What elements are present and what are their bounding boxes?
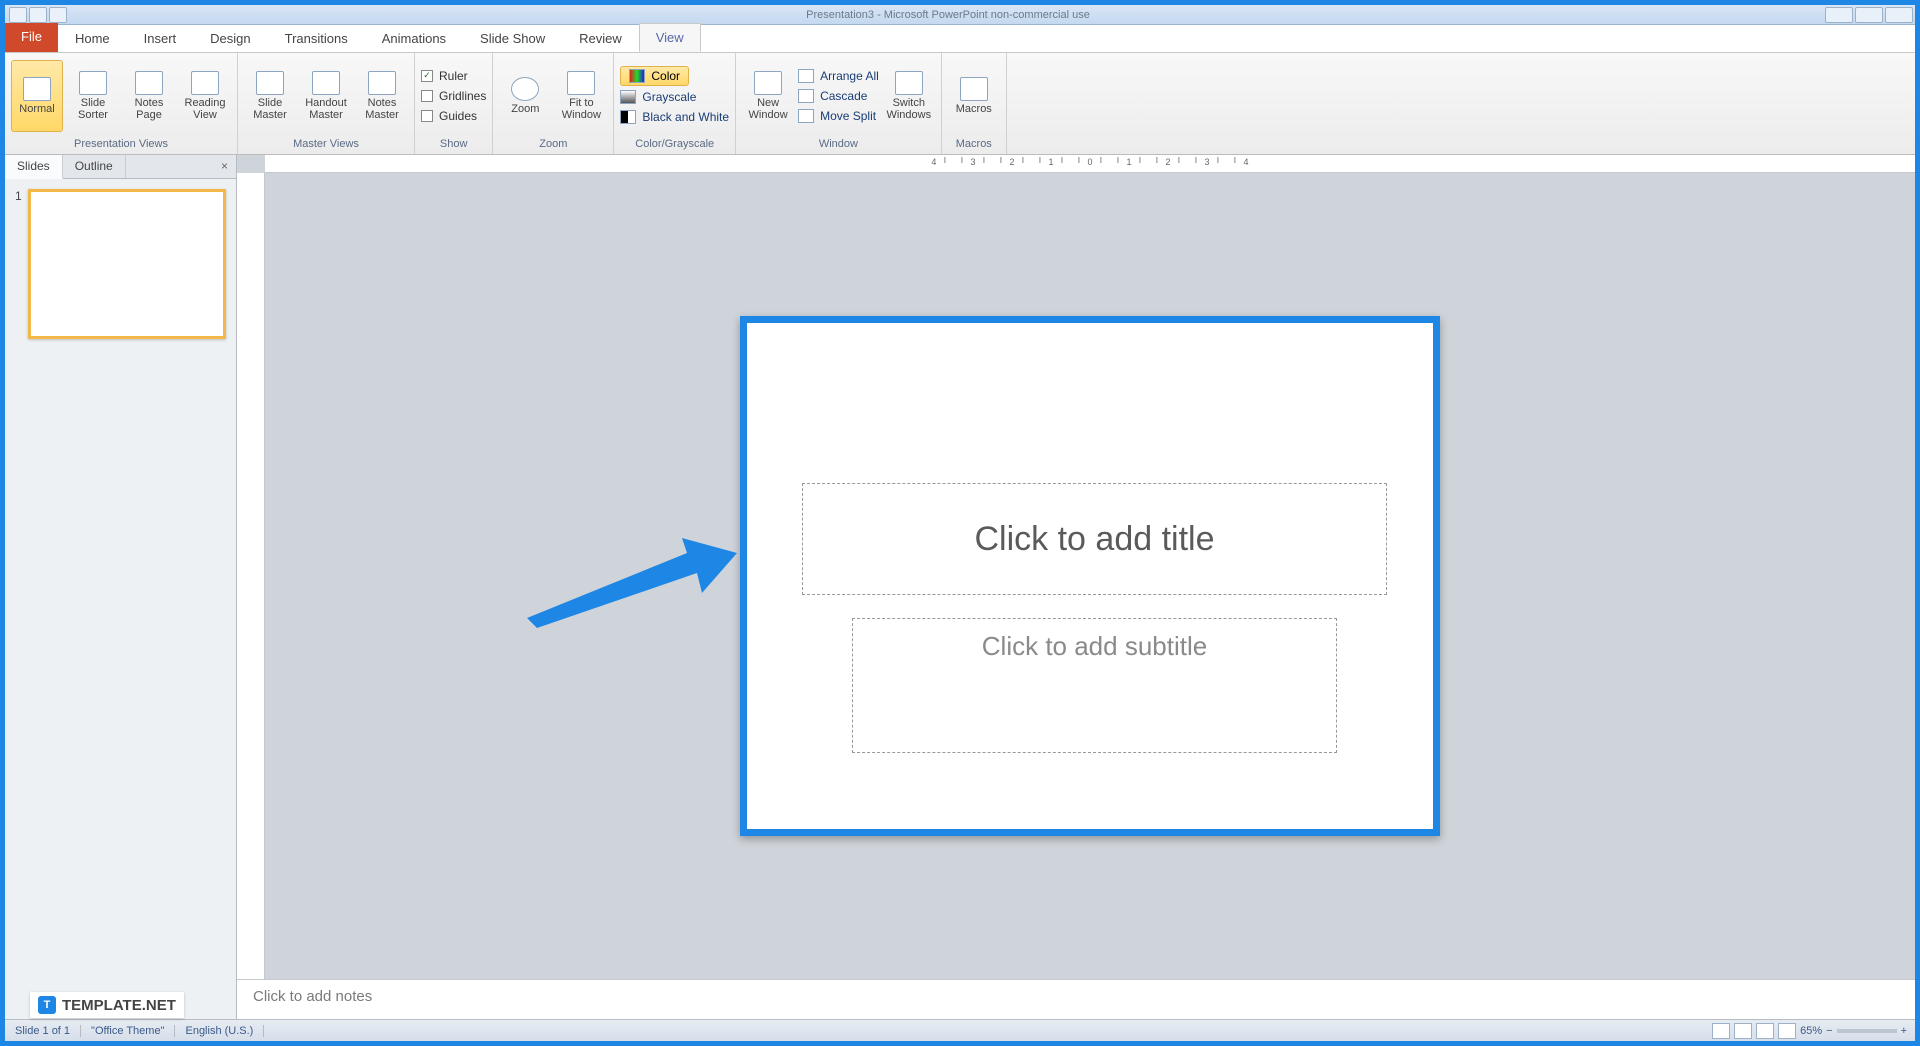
handout-master-icon [312, 71, 340, 95]
blackwhite-button[interactable]: Black and White [620, 108, 729, 126]
title-bar: Presentation3 - Microsoft PowerPoint non… [5, 5, 1915, 25]
normal-view-icon [23, 77, 51, 101]
title-placeholder[interactable]: Click to add title [802, 483, 1387, 595]
tab-review[interactable]: Review [562, 24, 639, 52]
blackwhite-icon [620, 110, 636, 124]
ribbon-tabs: File Home Insert Design Transitions Anim… [5, 25, 1915, 53]
cascade-button[interactable]: Cascade [798, 87, 879, 105]
status-slide-count: Slide 1 of 1 [5, 1025, 81, 1037]
annotation-arrow-icon [517, 523, 737, 633]
tab-file[interactable]: File [5, 23, 58, 52]
slide-sorter-button[interactable]: Slide Sorter [67, 60, 119, 132]
panel-close-icon[interactable]: × [213, 155, 236, 178]
group-color: Color/Grayscale [620, 136, 729, 152]
fit-window-button[interactable]: Fit to Window [555, 60, 607, 132]
reading-view-icon [191, 71, 219, 95]
close-button[interactable] [1885, 7, 1913, 23]
sorter-view-icon[interactable] [1734, 1023, 1752, 1039]
notes-page-button[interactable]: Notes Page [123, 60, 175, 132]
notes-master-icon [368, 71, 396, 95]
cascade-icon [798, 89, 814, 103]
notes-pane[interactable]: Click to add notes [237, 979, 1915, 1019]
slide-sorter-icon [79, 71, 107, 95]
watermark: T TEMPLATE.NET [30, 992, 184, 1018]
move-split-icon [798, 109, 814, 123]
minimize-button[interactable] [1825, 7, 1853, 23]
group-presentation-views: Presentation Views [11, 136, 231, 152]
ruler-checkbox[interactable]: ✓Ruler [421, 67, 468, 85]
qat-save-icon[interactable] [9, 7, 27, 23]
slide-thumbnail-1[interactable] [28, 189, 226, 339]
zoom-icon [511, 77, 539, 101]
maximize-button[interactable] [1855, 7, 1883, 23]
ribbon: Normal Slide Sorter Notes Page Reading V… [5, 53, 1915, 155]
qat-undo-icon[interactable] [29, 7, 47, 23]
fit-window-icon [567, 71, 595, 95]
slide-number: 1 [15, 189, 22, 339]
group-macros: Macros [948, 136, 1000, 152]
tab-design[interactable]: Design [193, 24, 267, 52]
group-show: Show [421, 136, 486, 152]
outline-tab[interactable]: Outline [63, 155, 126, 178]
zoom-button[interactable]: Zoom [499, 60, 551, 132]
reading-view-icon[interactable] [1756, 1023, 1774, 1039]
tab-view[interactable]: View [639, 23, 701, 52]
qat-redo-icon[interactable] [49, 7, 67, 23]
move-split-button[interactable]: Move Split [798, 107, 879, 125]
status-bar: Slide 1 of 1 "Office Theme" English (U.S… [5, 1019, 1915, 1041]
status-theme: "Office Theme" [81, 1025, 175, 1037]
normal-view-icon[interactable] [1712, 1023, 1730, 1039]
group-window: Window [742, 136, 935, 152]
gridlines-checkbox[interactable]: Gridlines [421, 87, 486, 105]
horizontal-ruler[interactable]: 4 3 2 1 0 1 2 3 4 [265, 155, 1915, 173]
handout-master-button[interactable]: Handout Master [300, 60, 352, 132]
zoom-out-icon[interactable]: − [1826, 1025, 1832, 1037]
arrange-all-icon [798, 69, 814, 83]
group-master-views: Master Views [244, 136, 408, 152]
grayscale-icon [620, 90, 636, 104]
template-logo-icon: T [38, 996, 56, 1014]
status-language[interactable]: English (U.S.) [175, 1025, 264, 1037]
group-zoom: Zoom [499, 136, 607, 152]
tab-insert[interactable]: Insert [127, 24, 194, 52]
zoom-level[interactable]: 65% [1800, 1025, 1822, 1037]
slide[interactable]: Click to add title Click to add subtitle [740, 316, 1440, 836]
new-window-icon [754, 71, 782, 95]
slide-master-icon [256, 71, 284, 95]
notes-page-icon [135, 71, 163, 95]
guides-checkbox[interactable]: Guides [421, 107, 477, 125]
new-window-button[interactable]: New Window [742, 60, 794, 132]
switch-windows-icon [895, 71, 923, 95]
subtitle-placeholder[interactable]: Click to add subtitle [852, 618, 1337, 753]
slide-canvas[interactable]: Click to add title Click to add subtitle [265, 173, 1915, 979]
reading-view-button[interactable]: Reading View [179, 60, 231, 132]
macros-button[interactable]: Macros [948, 60, 1000, 132]
tab-transitions[interactable]: Transitions [268, 24, 365, 52]
color-button[interactable]: Color [620, 66, 689, 86]
macros-icon [960, 77, 988, 101]
tab-animations[interactable]: Animations [365, 24, 463, 52]
window-title: Presentation3 - Microsoft PowerPoint non… [71, 9, 1825, 21]
vertical-ruler[interactable] [237, 173, 265, 979]
color-icon [629, 69, 645, 83]
normal-view-button[interactable]: Normal [11, 60, 63, 132]
slides-tab[interactable]: Slides [5, 155, 63, 179]
tab-home[interactable]: Home [58, 24, 127, 52]
grayscale-button[interactable]: Grayscale [620, 88, 696, 106]
notes-master-button[interactable]: Notes Master [356, 60, 408, 132]
zoom-in-icon[interactable]: + [1901, 1025, 1907, 1037]
zoom-slider[interactable] [1837, 1029, 1897, 1033]
arrange-all-button[interactable]: Arrange All [798, 67, 879, 85]
switch-windows-button[interactable]: Switch Windows [883, 60, 935, 132]
slides-panel: Slides Outline × 1 [5, 155, 237, 1019]
slide-master-button[interactable]: Slide Master [244, 60, 296, 132]
slideshow-view-icon[interactable] [1778, 1023, 1796, 1039]
tab-slideshow[interactable]: Slide Show [463, 24, 562, 52]
